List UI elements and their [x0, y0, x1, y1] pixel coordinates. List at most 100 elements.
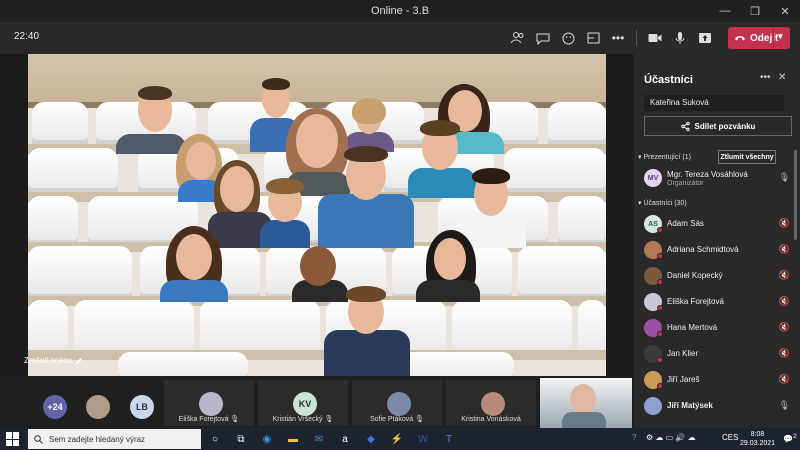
participant-row[interactable]: Hana Mertová 🔇 — [644, 316, 794, 340]
rooms-icon[interactable] — [583, 28, 603, 48]
avatar: KV — [293, 392, 317, 416]
participant-name: Jiří Jareš — [667, 375, 700, 384]
more-options-icon[interactable]: ••• — [760, 72, 771, 83]
app-icon[interactable]: ⚡ — [388, 430, 406, 448]
participant-gallery: +24 LB Eliška Forejtová 🎙 KV Kristián Vr… — [0, 376, 632, 428]
mic-muted-icon[interactable]: 🔇 — [779, 270, 790, 281]
close-window-icon[interactable]: ✕ — [770, 0, 800, 22]
self-video-preview[interactable] — [540, 378, 632, 428]
minimize-icon[interactable]: — — [710, 0, 740, 22]
leave-button[interactable]: Odejít ▾ — [728, 27, 790, 49]
participant-row[interactable]: Jiří Matýsek 🎙 — [644, 394, 794, 418]
gallery-tile[interactable]: Kristina Vonásková — [446, 380, 536, 426]
meeting-toolbar: 22:40 ••• Odejít ▾ — [0, 22, 800, 54]
avatar-initials: LB — [136, 402, 148, 412]
taskbar-search-input[interactable]: Sem zadejte hledaný výraz — [28, 429, 201, 449]
status-dot — [657, 227, 663, 233]
participant-name: Adriana Schmidtová — [667, 245, 739, 254]
avatar[interactable]: LB — [130, 395, 154, 419]
participants-icon[interactable] — [508, 28, 528, 48]
participant-name: Mgr. Tereza Vosáhlová — [667, 170, 748, 179]
microphone-icon[interactable]: 🎙 — [779, 172, 790, 183]
avatar-initials: KV — [298, 399, 312, 409]
seat — [504, 148, 606, 194]
tile-name: Kristina Vonásková — [461, 416, 521, 423]
share-screen-icon[interactable] — [695, 28, 715, 48]
search-placeholder: Sem zadejte hledaný výraz — [49, 434, 146, 444]
window-title: Online - 3.B — [370, 5, 430, 17]
avatar — [644, 397, 662, 415]
file-explorer-icon[interactable]: ▬ — [284, 430, 302, 448]
participant-row[interactable]: Adriana Schmidtová 🔇 — [644, 238, 794, 262]
avatar — [481, 392, 505, 416]
windows-taskbar: Sem zadejte hledaný výraz ○ ⧉ ◉ ▬ ✉ a ◆ … — [0, 428, 800, 450]
mic-muted-icon[interactable]: 🔇 — [779, 244, 790, 255]
overflow-count: +24 — [47, 402, 63, 412]
task-view-icon[interactable]: ⧉ — [232, 430, 250, 448]
microphone-icon[interactable] — [670, 28, 690, 48]
overflow-participants-button[interactable]: +24 — [43, 395, 67, 419]
presenters-section-header[interactable]: ▾ Prezentující (1) — [638, 153, 691, 161]
status-dot — [657, 357, 663, 363]
tile-name: Kristián Vršecký 🎙 — [272, 416, 334, 423]
participant-row[interactable]: Jan Klier 🔇 — [644, 342, 794, 366]
toolbar-divider — [636, 30, 637, 46]
invite-people-input[interactable]: Kateřina Suková — [644, 95, 784, 111]
mic-muted-icon[interactable]: 🔇 — [779, 322, 790, 333]
dropbox-icon[interactable]: ◆ — [362, 430, 380, 448]
together-mode-stage: Změnit scénu — [0, 54, 632, 376]
help-icon[interactable]: ? — [632, 433, 636, 442]
word-icon[interactable]: W — [414, 430, 432, 448]
seat — [28, 246, 132, 300]
more-options-icon[interactable]: ••• — [608, 28, 628, 48]
maximize-icon[interactable]: ❐ — [740, 0, 770, 22]
presenter-row[interactable]: MV Mgr. Tereza Vosáhlová Organizátor 🎙 — [644, 166, 794, 190]
avatar — [387, 392, 411, 416]
gallery-tile[interactable]: Eliška Forejtová 🎙 — [164, 380, 254, 426]
window-title-bar: Online - 3.B — [0, 0, 800, 22]
seat — [32, 102, 88, 146]
mic-muted-icon[interactable]: 🔇 — [779, 348, 790, 359]
edge-icon[interactable]: ◉ — [258, 430, 276, 448]
panel-scrollbar[interactable] — [794, 150, 797, 240]
windows-start-icon[interactable] — [6, 432, 20, 446]
participant-row[interactable]: Daniel Kopecký 🔇 — [644, 264, 794, 288]
status-dot — [657, 383, 663, 389]
share-invite-button[interactable]: Sdílet pozvánku — [644, 116, 792, 136]
tile-name: Eliška Forejtová 🎙 — [178, 416, 240, 423]
taskbar-clock[interactable]: 8:08 29.03.2021 — [740, 430, 775, 448]
cortana-icon[interactable]: ○ — [206, 430, 224, 448]
system-tray-icons[interactable]: ⚙ ☁ ▭ 🔊 ☁ — [646, 433, 696, 442]
clock-time: 8:08 — [750, 431, 765, 438]
participant-row[interactable]: AS Adam Sás 🔇 — [644, 212, 794, 236]
participants-panel: Účastníci ••• ✕ Kateřina Suková Sdílet p… — [634, 54, 800, 428]
mic-muted-icon[interactable]: 🔇 — [779, 218, 790, 229]
close-icon[interactable]: ✕ — [778, 72, 786, 83]
chevron-down-icon[interactable]: ▾ — [778, 31, 783, 42]
mail-icon[interactable]: ✉ — [310, 430, 328, 448]
gallery-tile[interactable]: KV Kristián Vršecký 🎙 — [258, 380, 348, 426]
avatar[interactable] — [86, 395, 110, 419]
seat — [28, 148, 118, 194]
participant-name: Hana Mertová — [667, 323, 718, 332]
amazon-icon[interactable]: a — [336, 430, 354, 448]
teams-icon[interactable]: T — [440, 430, 458, 448]
mic-muted-icon[interactable]: 🔇 — [779, 296, 790, 307]
reactions-icon[interactable] — [558, 28, 578, 48]
notifications-icon[interactable]: 💬2 — [783, 433, 797, 444]
mic-muted-icon[interactable]: 🔇 — [779, 374, 790, 385]
change-scene-button[interactable]: Změnit scénu — [24, 356, 83, 365]
participant-name: Daniel Kopecký — [667, 271, 723, 280]
leave-divider — [773, 27, 774, 49]
leave-label: Odejít — [750, 32, 779, 44]
seat — [518, 246, 606, 300]
language-indicator[interactable]: CES — [722, 433, 738, 442]
camera-icon[interactable] — [645, 28, 665, 48]
participant-row[interactable]: Eliška Forejtová 🔇 — [644, 290, 794, 314]
mute-all-button[interactable]: Ztlumit všechny — [718, 150, 776, 164]
participants-section-header[interactable]: ▾ Účastníci (30) — [638, 199, 687, 207]
microphone-icon[interactable]: 🎙 — [779, 400, 790, 411]
gallery-tile[interactable]: Sofie Ptáková 🎙 — [352, 380, 442, 426]
participant-row[interactable]: Jiří Jareš 🔇 — [644, 368, 794, 392]
chat-icon[interactable] — [533, 28, 553, 48]
